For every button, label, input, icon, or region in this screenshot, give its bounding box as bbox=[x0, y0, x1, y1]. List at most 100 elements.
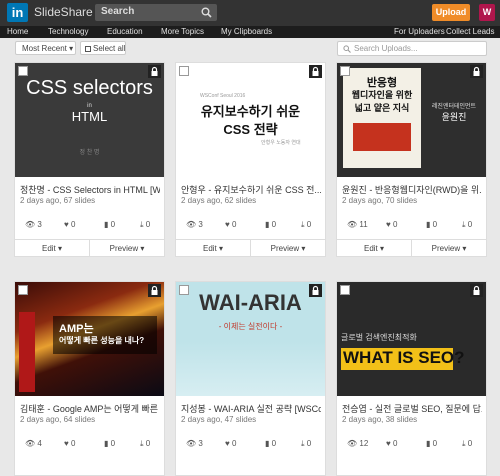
thumb-line: 유지보수하기 쉬운 bbox=[200, 104, 301, 119]
nav-home[interactable]: Home bbox=[7, 27, 28, 36]
preview-button[interactable]: Preview ▾ bbox=[251, 240, 325, 257]
comments-stat: ▮ 0 bbox=[265, 439, 276, 448]
edit-button[interactable]: Edit ▾ bbox=[337, 240, 412, 257]
views-count: 3 bbox=[37, 220, 42, 229]
views-stat: 👁 3 bbox=[25, 220, 42, 229]
downloads-stat: ⤓ 0 bbox=[140, 220, 150, 230]
likes-stat: ♥ 0 bbox=[64, 439, 75, 448]
slide-meta: 2 days ago, 38 slides bbox=[342, 415, 418, 424]
slide-thumbnail[interactable]: CSS selectors in HTML 정 찬 명 bbox=[15, 63, 164, 177]
select-checkbox[interactable] bbox=[18, 66, 28, 76]
nav-technology[interactable]: Technology bbox=[48, 27, 88, 36]
select-checkbox[interactable] bbox=[179, 285, 189, 295]
downloads-count: 0 bbox=[145, 439, 151, 448]
thumb-line: WAI-ARIA bbox=[199, 290, 302, 315]
slide-thumbnail[interactable]: 글로벌 검색엔진최적화 WHAT IS SEO? bbox=[337, 282, 486, 396]
slide-title[interactable]: 안형우 - 유지보수하기 쉬운 CSS 전... bbox=[181, 183, 321, 196]
thumb-line: 정 찬 명 bbox=[79, 150, 100, 156]
preview-button[interactable]: Preview ▾ bbox=[90, 240, 164, 257]
slide-title[interactable]: 전승엽 - 실전 글로벌 SEO, 질문에 답... bbox=[342, 402, 482, 415]
likes-stat: ♥ 0 bbox=[64, 220, 75, 229]
views-stat: 👁 3 bbox=[186, 220, 203, 229]
slide-title[interactable]: 윤원진 - 반응형웹디자인(RWD)을 위... bbox=[342, 183, 482, 196]
select-checkbox[interactable] bbox=[340, 66, 350, 76]
thumb-line: WSConf Seoul 2016 bbox=[200, 93, 246, 99]
lock-icon bbox=[309, 65, 322, 78]
heart-icon: ♥ bbox=[225, 439, 230, 448]
search-input[interactable]: Search bbox=[95, 4, 217, 21]
cover-art bbox=[353, 123, 411, 151]
preview-button[interactable]: Preview ▾ bbox=[412, 240, 486, 257]
slide-card[interactable]: 글로벌 검색엔진최적화 WHAT IS SEO? 전승엽 - 실전 글로벌 SE… bbox=[336, 281, 487, 476]
heart-icon: ♥ bbox=[64, 220, 69, 229]
nav-for-uploaders[interactable]: For Uploaders bbox=[394, 27, 445, 36]
comments-count: 0 bbox=[271, 439, 277, 448]
sort-dropdown[interactable]: Most Recent ▾ bbox=[15, 41, 76, 55]
download-icon: ⤓ bbox=[301, 439, 305, 448]
views-stat: 👁 4 bbox=[25, 439, 42, 448]
thumb-line: 글로벌 검색엔진최적화 bbox=[341, 333, 417, 342]
downloads-stat: ⤓ 0 bbox=[301, 439, 311, 449]
eye-icon: 👁 bbox=[186, 439, 197, 448]
select-all-button[interactable]: Select all bbox=[80, 41, 126, 55]
thumb-background bbox=[176, 342, 325, 396]
slide-title[interactable]: 정찬명 - CSS Selectors in HTML [WS... bbox=[20, 183, 160, 196]
card-actions: Edit ▾ Preview ▾ bbox=[176, 239, 325, 257]
downloads-stat: ⤓ 0 bbox=[462, 439, 472, 449]
downloads-count: 0 bbox=[306, 439, 312, 448]
slideshare-logo-text[interactable]: SlideShare bbox=[34, 5, 93, 19]
nav-more-topics[interactable]: More Topics bbox=[161, 27, 204, 36]
edit-button[interactable]: Edit ▾ bbox=[15, 240, 90, 257]
slide-card[interactable]: WAI-ARIA - 이제는 실전이다 - 지성봉 - WAI-ARIA 실전 … bbox=[175, 281, 326, 476]
heart-icon: ♥ bbox=[386, 220, 391, 229]
slide-card[interactable]: CSS selectors in HTML 정 찬 명 정찬명 - CSS Se… bbox=[14, 62, 165, 257]
top-bar: in SlideShare Search Upload W bbox=[0, 0, 500, 26]
nav-bar: Home Technology Education More Topics My… bbox=[0, 26, 500, 38]
slide-card[interactable]: WSConf Seoul 2016 유지보수하기 쉬운 CSS 전략 안형우 노… bbox=[175, 62, 326, 257]
comments-count: 0 bbox=[271, 220, 277, 229]
nav-my-clipboards[interactable]: My Clipboards bbox=[221, 27, 272, 36]
thumb-line: WHAT IS SEO? bbox=[343, 348, 465, 367]
slide-thumbnail[interactable]: 반응형 웹디자인을 위한 넓고 얕은 지식 레진엔터테인먼트 윤원진 bbox=[337, 63, 486, 177]
slide-card[interactable]: AMP는 어떻게 빠른 성능을 내나? 김태훈 - Google AMP는 어떻… bbox=[14, 281, 165, 476]
downloads-count: 0 bbox=[145, 220, 151, 229]
likes-stat: ♥ 0 bbox=[386, 439, 397, 448]
slide-thumbnail[interactable]: WSConf Seoul 2016 유지보수하기 쉬운 CSS 전략 안형우 노… bbox=[176, 63, 325, 177]
thumb-line: 웹디자인을 위한 bbox=[351, 90, 413, 100]
heart-icon: ♥ bbox=[64, 439, 69, 448]
nav-collect-leads[interactable]: Collect Leads bbox=[446, 27, 494, 36]
slide-title[interactable]: 지성봉 - WAI-ARIA 실전 공략 [WSCo... bbox=[181, 402, 321, 415]
download-icon: ⤓ bbox=[462, 439, 466, 448]
thumb-line: HTML bbox=[71, 109, 108, 124]
views-count: 3 bbox=[198, 439, 203, 448]
lock-icon bbox=[148, 284, 161, 297]
nav-education[interactable]: Education bbox=[107, 27, 143, 36]
select-checkbox[interactable] bbox=[340, 285, 350, 295]
slide-thumbnail[interactable]: AMP는 어떻게 빠른 성능을 내나? bbox=[15, 282, 164, 396]
select-all-label: Select all bbox=[93, 44, 126, 53]
downloads-count: 0 bbox=[467, 220, 473, 229]
comment-icon: ▮ bbox=[265, 439, 270, 448]
search-icon[interactable] bbox=[201, 7, 212, 18]
download-icon: ⤓ bbox=[140, 439, 144, 448]
slide-thumbnail[interactable]: WAI-ARIA - 이제는 실전이다 - bbox=[176, 282, 325, 396]
avatar[interactable]: W bbox=[479, 4, 495, 21]
eye-icon: 👁 bbox=[186, 220, 197, 229]
eye-icon: 👁 bbox=[347, 220, 358, 229]
thumb-line: AMP는 bbox=[59, 323, 94, 335]
search-uploads-input[interactable]: Search Uploads... bbox=[337, 41, 487, 56]
comments-count: 0 bbox=[110, 439, 116, 448]
download-icon: ⤓ bbox=[301, 220, 305, 229]
slide-meta: 2 days ago, 47 slides bbox=[181, 415, 257, 424]
slide-card[interactable]: 반응형 웹디자인을 위한 넓고 얕은 지식 레진엔터테인먼트 윤원진 윤원진 -… bbox=[336, 62, 487, 257]
edit-button[interactable]: Edit ▾ bbox=[176, 240, 251, 257]
select-checkbox[interactable] bbox=[179, 66, 189, 76]
likes-count: 0 bbox=[70, 439, 76, 448]
slide-title[interactable]: 김태훈 - Google AMP는 어떻게 빠른 ... bbox=[20, 402, 160, 415]
select-checkbox[interactable] bbox=[18, 285, 28, 295]
comments-stat: ▮ 0 bbox=[104, 439, 115, 448]
linkedin-logo[interactable]: in bbox=[7, 3, 28, 22]
thumb-line: CSS 전략 bbox=[223, 122, 278, 137]
upload-button[interactable]: Upload bbox=[432, 4, 470, 21]
comments-count: 0 bbox=[432, 439, 438, 448]
